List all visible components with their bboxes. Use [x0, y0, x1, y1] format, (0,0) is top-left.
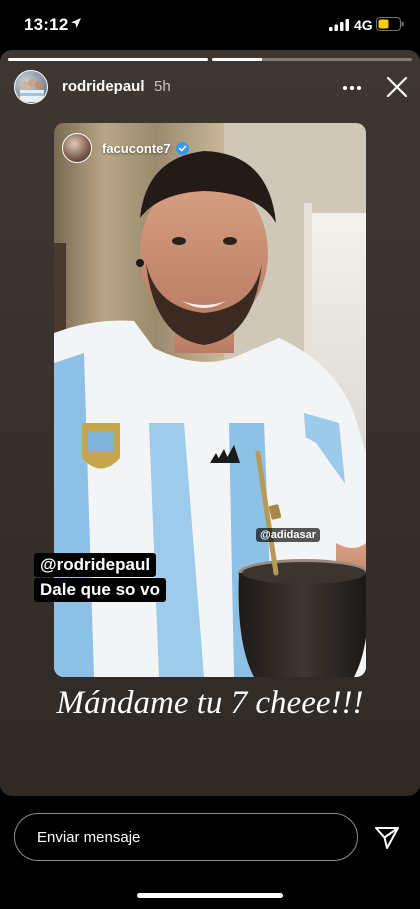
story-caption: Mándame tu 7 cheee!!! — [56, 685, 364, 721]
story-header: rodridepaul 5h — [0, 70, 420, 110]
story-time-ago: 5h — [154, 78, 171, 95]
brand-mention-tag[interactable]: @adidasar — [256, 528, 320, 542]
shared-post-username: facuconte7 — [102, 140, 171, 156]
status-bar: 13:12 4G — [0, 0, 420, 50]
shared-post-author[interactable]: facuconte7 — [62, 131, 189, 165]
send-message-input[interactable]: Enviar mensaje — [14, 813, 358, 861]
story-progress-bar — [8, 58, 412, 61]
status-time: 13:12 — [24, 15, 69, 34]
send-direct-icon[interactable] — [374, 826, 400, 850]
progress-segment — [212, 58, 412, 61]
more-options-icon[interactable] — [342, 78, 362, 98]
send-message-placeholder: Enviar mensaje — [37, 828, 141, 846]
shared-post-avatar — [62, 133, 92, 163]
network-type: 4G — [354, 17, 373, 33]
progress-fill — [212, 58, 262, 61]
battery-icon — [376, 17, 404, 31]
home-indicator — [137, 893, 283, 898]
cellular-signal-icon — [329, 19, 349, 31]
text-sticker: Dale que so vo — [34, 578, 166, 602]
progress-fill — [8, 58, 208, 61]
location-arrow-icon — [71, 18, 81, 28]
progress-segment — [8, 58, 208, 61]
group-photo-thumbnail — [20, 79, 44, 102]
mention-sticker[interactable]: @rodridepaul — [34, 553, 157, 577]
story-viewer[interactable]: rodridepaul 5h facuconte7 @adidasar @rod… — [0, 50, 420, 796]
story-author-avatar[interactable] — [14, 70, 48, 104]
close-icon[interactable] — [386, 76, 408, 98]
verified-badge-icon — [175, 141, 189, 155]
story-author-username[interactable]: rodridepaul — [62, 78, 145, 95]
